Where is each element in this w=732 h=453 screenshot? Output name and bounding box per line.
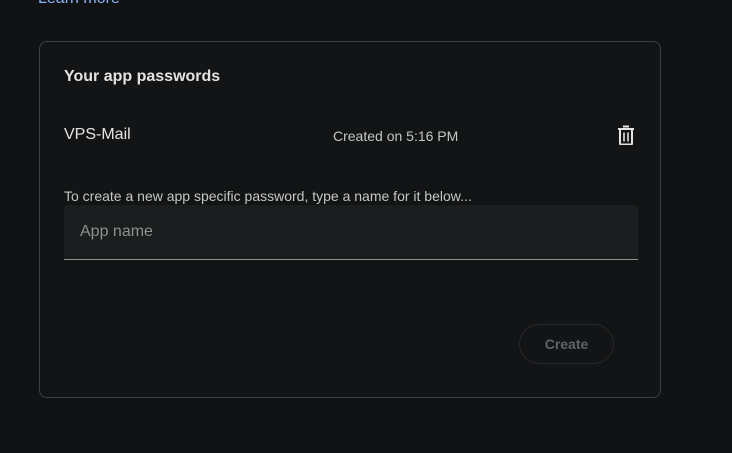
app-name-field[interactable] [64, 205, 638, 260]
learn-more-link[interactable]: Learn more [38, 0, 120, 8]
app-password-row: VPS-Mail Created on 5:16 PM [64, 124, 638, 146]
app-passwords-card: Your app passwords VPS-Mail Created on 5… [39, 41, 661, 398]
app-password-created-date: Created on 5:16 PM [333, 128, 459, 144]
app-name-input[interactable] [64, 205, 638, 259]
create-button[interactable]: Create [519, 324, 614, 364]
trash-icon [618, 125, 634, 145]
delete-app-password-button[interactable] [612, 121, 640, 149]
app-passwords-page: Learn more Your app passwords VPS-Mail C… [0, 0, 732, 453]
card-title: Your app passwords [64, 68, 221, 85]
create-password-hint: To create a new app specific password, t… [64, 188, 472, 204]
app-password-name: VPS-Mail [64, 126, 131, 143]
